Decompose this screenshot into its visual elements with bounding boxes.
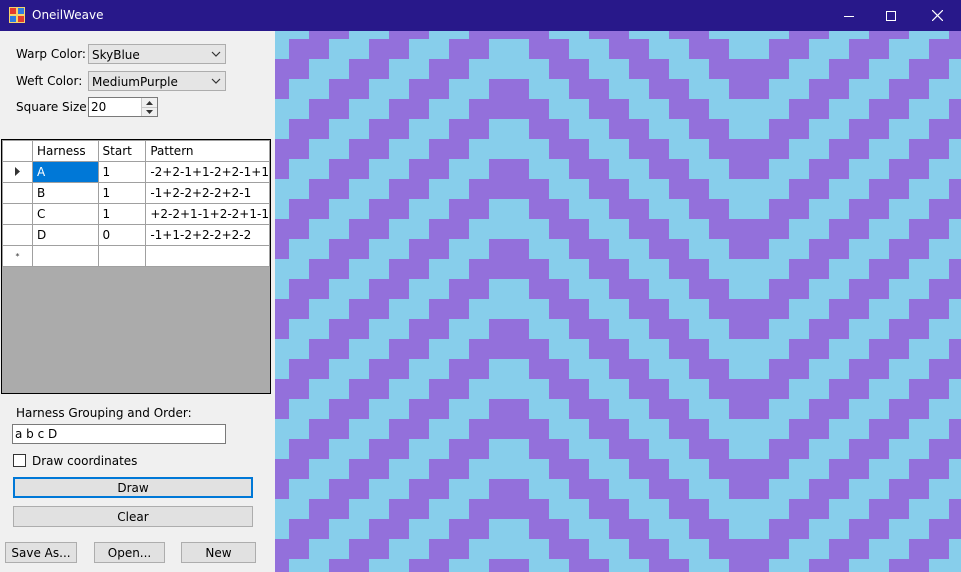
minimize-icon [844, 15, 854, 17]
maximize-icon [886, 10, 896, 21]
close-button[interactable] [914, 0, 960, 31]
row-header[interactable] [2, 182, 33, 204]
new-row[interactable]: * [2, 245, 270, 267]
column-header-start[interactable]: Start [97, 140, 147, 162]
start-cell[interactable]: 0 [97, 224, 147, 246]
weft-color-label: Weft Color: [16, 74, 83, 88]
pattern-cell[interactable]: -1+1-2+2-2+2-2 [145, 224, 270, 246]
window-title: OneilWeave [32, 8, 104, 22]
minimize-button[interactable] [826, 0, 872, 31]
grouping-field-box[interactable] [12, 424, 226, 444]
harness-cell[interactable] [32, 245, 99, 267]
spin-down-button[interactable] [142, 107, 157, 116]
weft-color-dropdown[interactable]: MediumPurple [88, 71, 226, 91]
warp-color-dropdown[interactable]: SkyBlue [88, 44, 226, 64]
square-size-label: Square Size: [16, 100, 91, 114]
weft-color-value: MediumPurple [92, 75, 178, 89]
harness-grid[interactable]: Harness Start Pattern A 1 -2+2-1+1-2+2-1… [1, 139, 271, 394]
new-row-marker: * [2, 245, 33, 267]
chevron-down-icon [211, 51, 221, 57]
title-bar: OneilWeave [0, 0, 961, 31]
row-header[interactable] [2, 203, 33, 225]
column-header-pattern[interactable]: Pattern [145, 140, 270, 162]
weave-pattern [275, 31, 961, 572]
square-size-value: 20 [91, 100, 107, 114]
warp-color-value: SkyBlue [92, 48, 140, 62]
square-size-spinner[interactable]: 20 [88, 97, 158, 117]
start-cell[interactable]: 1 [97, 203, 147, 225]
column-header-harness[interactable]: Harness [32, 140, 99, 162]
clear-button[interactable]: Clear [13, 506, 253, 527]
table-row[interactable]: B 1 -1+2-2+2-2+2-1 [2, 182, 270, 204]
harness-cell[interactable]: C [32, 203, 99, 225]
draw-button[interactable]: Draw [13, 477, 253, 498]
open-button[interactable]: Open... [94, 542, 165, 563]
close-icon [931, 10, 943, 21]
harness-cell[interactable]: D [32, 224, 99, 246]
chevron-down-icon [211, 78, 221, 84]
pattern-cell[interactable]: +2-2+1-1+2-2+1-1 [145, 203, 270, 225]
triangle-up-icon [146, 100, 153, 105]
row-header[interactable] [2, 224, 33, 246]
table-row[interactable]: A 1 -2+2-1+1-2+2-1+1 [2, 161, 270, 183]
grouping-input[interactable] [13, 426, 215, 442]
start-cell[interactable]: 1 [97, 182, 147, 204]
save-as-button[interactable]: Save As... [5, 542, 77, 563]
harness-cell[interactable]: A [32, 161, 99, 183]
triangle-down-icon [146, 109, 153, 114]
harness-cell[interactable]: B [32, 182, 99, 204]
weave-canvas[interactable] [275, 31, 961, 572]
warp-color-label: Warp Color: [16, 47, 86, 61]
pattern-cell[interactable]: -2+2-1+1-2+2-1+1 [145, 161, 270, 183]
maximize-button[interactable] [868, 0, 914, 31]
draw-coordinates-checkbox[interactable] [13, 454, 26, 467]
start-cell[interactable]: 1 [97, 161, 147, 183]
draw-coordinates-label[interactable]: Draw coordinates [32, 454, 137, 468]
grid-corner [2, 140, 33, 162]
row-header[interactable] [2, 161, 33, 183]
app-icon [9, 7, 25, 23]
new-button[interactable]: New [181, 542, 256, 563]
grouping-label: Harness Grouping and Order: [16, 406, 192, 420]
grid-header-row: Harness Start Pattern [2, 140, 270, 162]
table-row[interactable]: C 1 +2-2+1-1+2-2+1-1 [2, 203, 270, 225]
pattern-cell[interactable]: -1+2-2+2-2+2-1 [145, 182, 270, 204]
start-cell[interactable] [97, 245, 147, 267]
table-row[interactable]: D 0 -1+1-2+2-2+2-2 [2, 224, 270, 246]
pattern-cell[interactable] [145, 245, 270, 267]
row-pointer-icon [15, 166, 20, 176]
